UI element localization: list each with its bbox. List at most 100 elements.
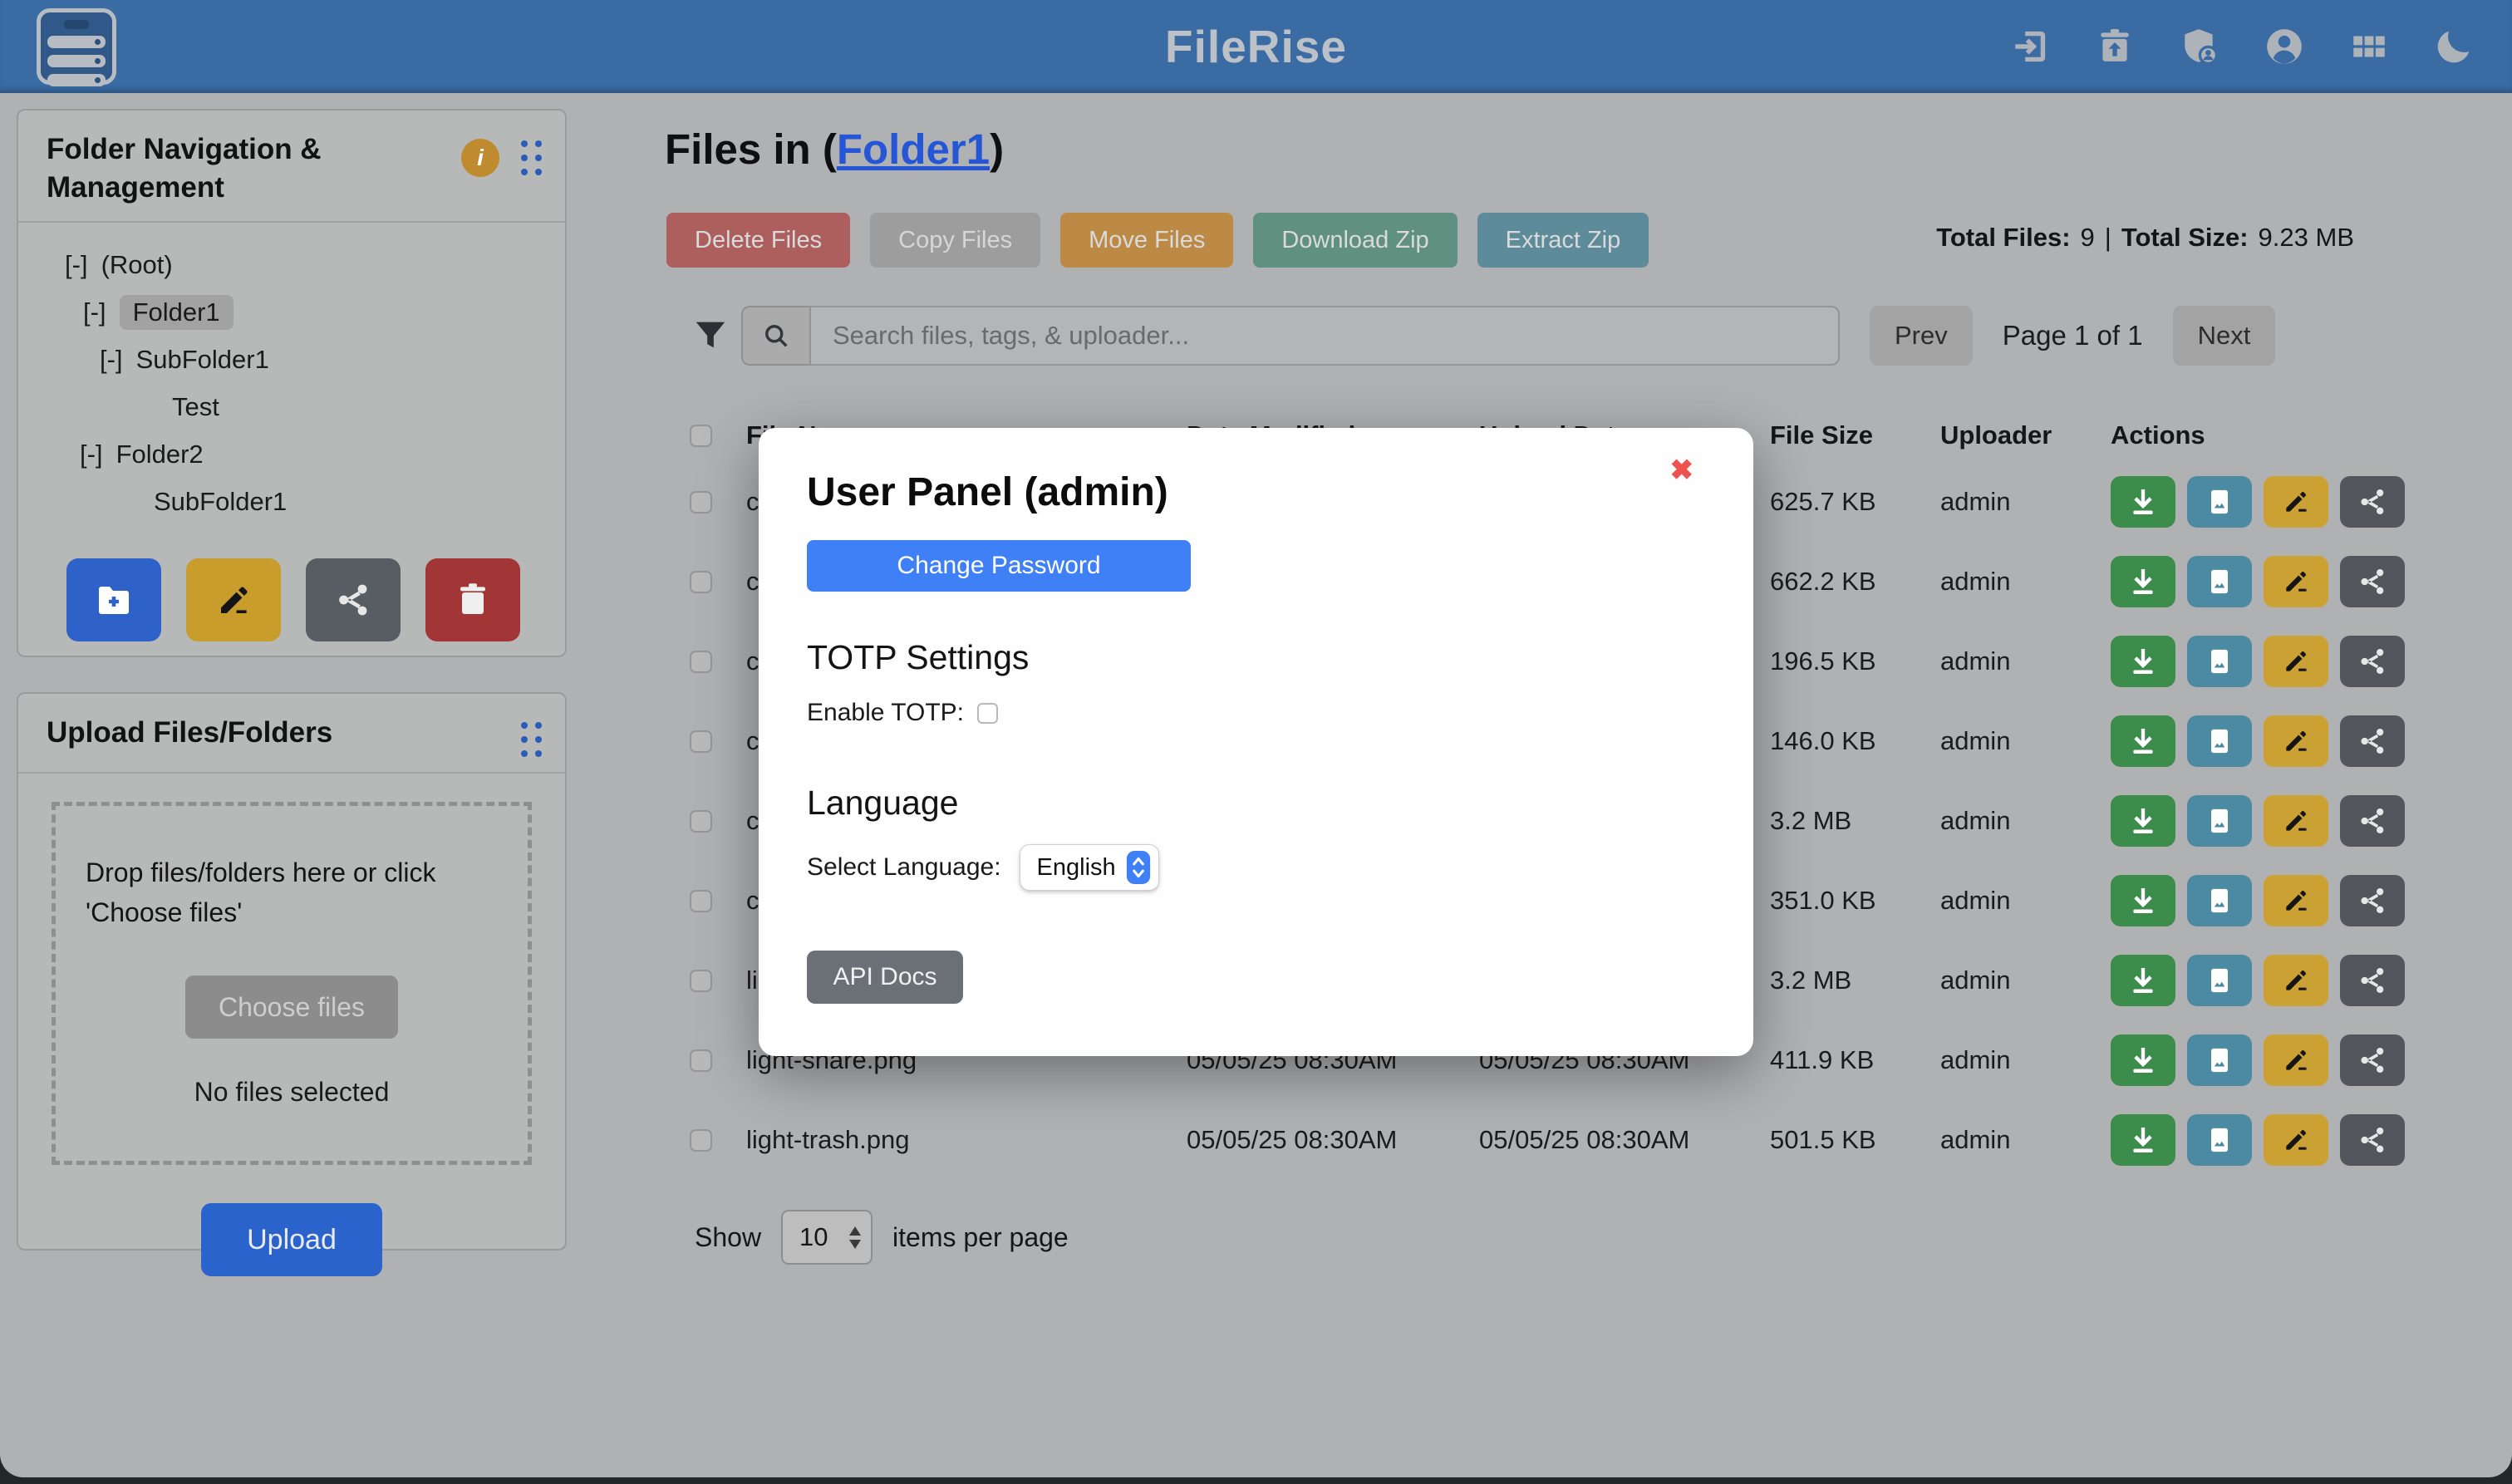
preview-file-button[interactable] [2187,875,2252,926]
rename-file-button[interactable] [2264,875,2328,926]
row-checkbox[interactable] [690,1129,712,1152]
rename-file-button[interactable] [2264,556,2328,607]
rename-file-button[interactable] [2264,1034,2328,1086]
tree-item-folder1[interactable]: [-]Folder1 [18,288,565,336]
select-all-checkbox[interactable] [690,425,712,447]
share-file-button[interactable] [2340,795,2405,847]
move-files-button[interactable]: Move Files [1060,213,1233,268]
preview-file-button[interactable] [2187,636,2252,687]
download-file-button[interactable] [2111,715,2175,767]
row-actions [2111,476,2462,528]
prev-page-button[interactable]: Prev [1870,306,1973,366]
extract-zip-button[interactable]: Extract Zip [1477,213,1649,268]
share-file-button[interactable] [2340,1114,2405,1166]
col-uploader[interactable]: Uploader [1940,420,2111,450]
trash-restore-icon[interactable] [2093,25,2136,68]
server-icon [64,20,89,29]
row-checkbox[interactable] [690,571,712,593]
tree-item-folder2[interactable]: [-]Folder2 [18,430,565,478]
row-checkbox[interactable] [690,730,712,753]
uploader: admin [1940,966,2111,995]
row-checkbox[interactable] [690,970,712,992]
share-file-button[interactable] [2340,476,2405,528]
top-bar: FileRise [0,0,2512,93]
create-folder-button[interactable] [66,558,161,641]
delete-files-button[interactable]: Delete Files [666,213,850,268]
current-folder-link[interactable]: Folder1 [837,125,990,173]
enable-totp-checkbox[interactable] [977,703,998,724]
file-dropzone[interactable]: Drop files/folders here or click 'Choose… [52,802,532,1165]
choose-files-button[interactable]: Choose files [185,975,398,1039]
preview-file-button[interactable] [2187,795,2252,847]
app-title: FileRise [1165,20,1347,73]
drag-handle-icon[interactable] [521,722,542,757]
rename-file-button[interactable] [2264,636,2328,687]
close-icon[interactable]: ✖ [1670,456,1694,484]
main-menu-button[interactable] [37,8,116,85]
download-file-button[interactable] [2111,795,2175,847]
download-file-button[interactable] [2111,875,2175,926]
upload-button[interactable]: Upload [201,1203,382,1276]
rename-file-button[interactable] [2264,476,2328,528]
share-file-button[interactable] [2340,636,2405,687]
share-file-button[interactable] [2340,875,2405,926]
tree-item-subfolder1[interactable]: [-]SubFolder1 [18,336,565,383]
row-checkbox[interactable] [690,810,712,833]
download-zip-button[interactable]: Download Zip [1253,213,1457,268]
file-actions-toolbar: Delete Files Copy Files Move Files Downl… [666,213,1649,268]
preview-file-button[interactable] [2187,955,2252,1006]
rename-file-button[interactable] [2264,1114,2328,1166]
share-folder-button[interactable] [306,558,401,641]
col-file-size[interactable]: File Size [1770,420,1940,450]
upload-panel: Upload Files/Folders Drop files/folders … [17,692,567,1251]
preview-file-button[interactable] [2187,715,2252,767]
items-per-page-select[interactable]: 10 [781,1210,873,1265]
admin-shield-icon[interactable] [2178,25,2221,68]
grid-view-icon[interactable] [2347,25,2391,68]
row-checkbox[interactable] [690,651,712,673]
rename-file-button[interactable] [2264,955,2328,1006]
download-file-button[interactable] [2111,556,2175,607]
row-actions [2111,1034,2462,1086]
download-file-button[interactable] [2111,1034,2175,1086]
preview-file-button[interactable] [2187,556,2252,607]
api-docs-button[interactable]: API Docs [807,951,963,1004]
change-password-button[interactable]: Change Password [807,540,1191,592]
delete-folder-button[interactable] [425,558,520,641]
filter-icon[interactable] [691,316,730,356]
tree-item-root[interactable]: [-](Root) [18,241,565,288]
share-file-button[interactable] [2340,1034,2405,1086]
next-page-button[interactable]: Next [2173,306,2276,366]
share-file-button[interactable] [2340,955,2405,1006]
user-profile-icon[interactable] [2263,25,2306,68]
share-file-button[interactable] [2340,715,2405,767]
row-actions [2111,955,2462,1006]
share-file-button[interactable] [2340,556,2405,607]
items-per-page: Show 10 items per page [695,1210,1069,1265]
rename-file-button[interactable] [2264,715,2328,767]
row-checkbox[interactable] [690,491,712,514]
tree-item-test[interactable]: Test [18,383,565,430]
copy-files-button[interactable]: Copy Files [870,213,1040,268]
uploader: admin [1940,1045,2111,1075]
language-select[interactable]: English [1020,844,1159,891]
preview-file-button[interactable] [2187,1114,2252,1166]
logout-icon[interactable] [2008,25,2052,68]
file-size: 501.5 KB [1770,1125,1940,1155]
download-file-button[interactable] [2111,476,2175,528]
download-file-button[interactable] [2111,636,2175,687]
rename-folder-button[interactable] [186,558,281,641]
download-file-button[interactable] [2111,955,2175,1006]
folder-tree: [-](Root) [-]Folder1 [-]SubFolder1 Test … [18,223,565,525]
row-checkbox[interactable] [690,890,712,912]
drag-handle-icon[interactable] [521,140,542,175]
download-file-button[interactable] [2111,1114,2175,1166]
search-input[interactable] [809,306,1840,366]
preview-file-button[interactable] [2187,476,2252,528]
dark-mode-moon-icon[interactable] [2432,25,2475,68]
row-checkbox[interactable] [690,1049,712,1072]
tree-item-subfolder1-2[interactable]: SubFolder1 [18,478,565,525]
rename-file-button[interactable] [2264,795,2328,847]
info-icon[interactable]: i [461,139,499,177]
preview-file-button[interactable] [2187,1034,2252,1086]
